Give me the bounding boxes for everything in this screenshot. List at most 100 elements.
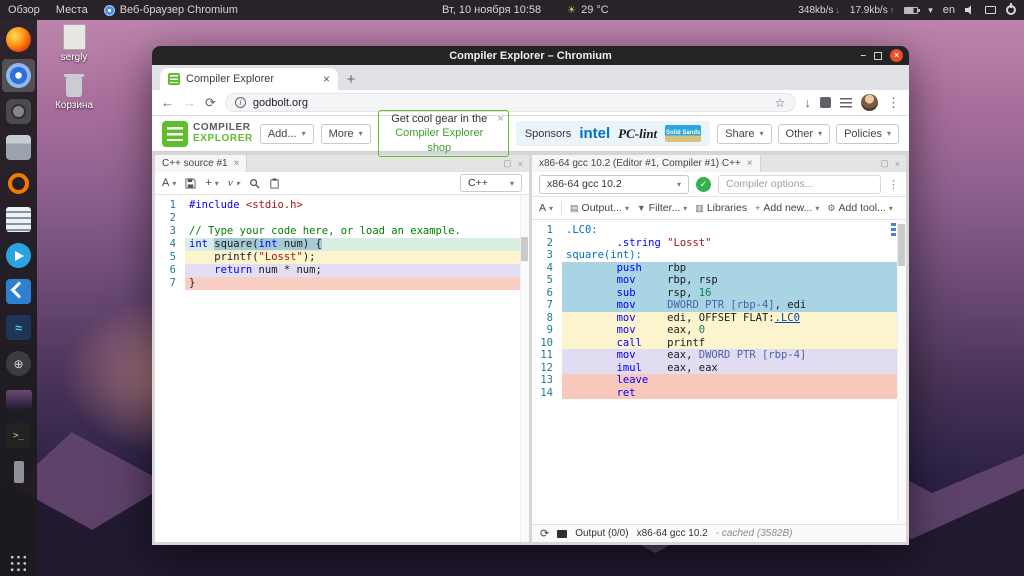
output-status[interactable]: Output (0/0) [575, 528, 628, 539]
chromium-icon[interactable] [2, 59, 35, 92]
panel-active-window[interactable]: Веб-браузер Chromium [104, 4, 238, 16]
add-button[interactable]: Add...▾ [260, 124, 314, 144]
display-icon[interactable] [985, 6, 996, 14]
window-titlebar[interactable]: Compiler Explorer – Chromium – × [152, 46, 909, 65]
compiler-options-input[interactable] [718, 175, 881, 194]
forward-button[interactable]: → [183, 96, 196, 109]
scrollbar-thumb[interactable] [898, 224, 905, 266]
asm-scrollbar[interactable] [897, 220, 906, 524]
save-button[interactable] [185, 178, 196, 189]
policies-button[interactable]: Policies▾ [836, 124, 899, 144]
panel-menu-overview[interactable]: Обзор [8, 4, 40, 16]
filter-button[interactable]: ▼Filter...▾ [637, 202, 687, 214]
source-scrollbar[interactable] [520, 195, 529, 542]
compiler-row-menu-icon[interactable]: ⋮ [888, 178, 899, 191]
compiler-pane-close-icon[interactable]: × [747, 158, 753, 169]
telegram-icon[interactable] [2, 239, 35, 272]
add-new-button[interactable]: +Add new...▾ [755, 202, 819, 214]
web-browser-icon[interactable]: ⊕ [2, 347, 35, 380]
vscode-icon[interactable] [2, 275, 35, 308]
other-button[interactable]: Other▾ [778, 124, 831, 144]
add-editor-button[interactable]: +▾ [205, 177, 218, 189]
asm-code[interactable]: .LC0: .string "Losst"square(int): push r… [562, 220, 906, 524]
language-select[interactable]: C++▾ [460, 174, 522, 192]
profile-avatar[interactable] [861, 94, 878, 111]
volume-icon[interactable] [965, 5, 975, 15]
downloads-icon[interactable]: ↓ [805, 96, 812, 109]
bookmark-star-icon[interactable]: ☆ [775, 96, 786, 110]
search-icon[interactable] [249, 178, 260, 189]
sponsors-label: Sponsors [525, 128, 571, 140]
compiler-pane-x-icon[interactable]: × [895, 159, 900, 169]
vim-mode-button[interactable]: ν▾ [228, 177, 240, 189]
scrollbar-thumb[interactable] [521, 237, 528, 261]
asm-editor[interactable]: 1234567891011121314 .LC0: .string "Losst… [532, 220, 906, 524]
screenshot-thumbnail[interactable] [2, 383, 35, 416]
net-speed-down: 348kb/s↓ [798, 5, 840, 16]
camera-app-icon[interactable] [2, 95, 35, 128]
compiler-select[interactable]: x86-64 gcc 10.2▾ [539, 175, 689, 194]
shop-link[interactable]: Compiler Explorer shop [395, 127, 483, 153]
panel-clock[interactable]: Вт, 10 ноября 10:58 [442, 4, 541, 16]
top-panel: Обзор Места Веб-браузер Chromium Вт, 10 … [0, 0, 1024, 20]
app-grid-icon[interactable] [9, 554, 28, 573]
file-manager-icon[interactable] [2, 131, 35, 164]
keyboard-layout[interactable]: en [943, 4, 955, 16]
font-size-button[interactable]: A▾ [162, 177, 176, 189]
pclint-logo[interactable]: PC-lint [618, 126, 657, 142]
more-button[interactable]: More▾ [321, 124, 371, 144]
clipboard-icon[interactable] [269, 178, 280, 189]
source-pane-x-icon[interactable]: × [518, 159, 523, 169]
firefox-icon[interactable] [2, 23, 35, 56]
desktop-icon-home[interactable]: sergly [46, 24, 102, 63]
minimize-button[interactable]: – [860, 50, 866, 61]
address-bar[interactable]: i godbolt.org ☆ [225, 93, 796, 112]
new-tab-button[interactable]: + [338, 68, 364, 90]
battery-icon[interactable] [904, 7, 918, 14]
source-pane: C++ source #1 × ▢ × A▾ +▾ ν▾ C++▾ [155, 155, 529, 542]
close-button[interactable]: × [890, 49, 903, 62]
golden-layout: C++ source #1 × ▢ × A▾ +▾ ν▾ C++▾ [152, 152, 909, 545]
desktop-icon-trash[interactable]: Корзина [46, 74, 102, 111]
source-editor[interactable]: 1234567 #include <stdio.h>// Type your c… [155, 195, 529, 542]
status-compiler-name: x86-64 gcc 10.2 [637, 528, 708, 539]
usb-device-icon[interactable] [2, 455, 35, 488]
back-button[interactable]: ← [161, 96, 174, 109]
source-pane-maximize-icon[interactable]: ▢ [503, 158, 512, 169]
panel-menu-places[interactable]: Места [56, 4, 88, 16]
browser-menu-icon[interactable]: ⋮ [887, 96, 900, 109]
reading-list-icon[interactable] [840, 98, 852, 108]
power-icon[interactable] [1006, 5, 1016, 15]
mate-app-icon[interactable] [2, 167, 35, 200]
intel-logo[interactable]: intel [579, 126, 610, 141]
extensions-icon[interactable] [820, 97, 831, 108]
notice-close-icon[interactable]: × [497, 112, 503, 126]
compiler-pane-maximize-icon[interactable]: ▢ [880, 158, 889, 169]
compiler-pane-tab[interactable]: x86-64 gcc 10.2 (Editor #1, Compiler #1)… [532, 155, 761, 172]
solidsands-logo[interactable]: Solid Sands [665, 125, 701, 142]
output-button[interactable]: ▤Output...▾ [570, 202, 629, 214]
reload-button[interactable]: ⟳ [205, 96, 216, 109]
tab-close-icon[interactable]: × [323, 72, 330, 86]
browser-tab[interactable]: Compiler Explorer × [160, 68, 338, 90]
share-button[interactable]: Share▾ [717, 124, 771, 144]
ce-logo[interactable]: COMPILER EXPLORER [162, 121, 253, 147]
maximize-button[interactable] [874, 52, 882, 60]
source-pane-tab[interactable]: C++ source #1 × [155, 155, 247, 172]
browser-navbar: ← → ⟳ i godbolt.org ☆ ↓ ⋮ [152, 90, 909, 116]
overview-ruler [891, 223, 896, 236]
add-tool-button[interactable]: ⚙Add tool...▾ [827, 202, 892, 214]
wrench-icon: ⚙ [827, 203, 835, 214]
source-code[interactable]: #include <stdio.h>// Type your code here… [185, 195, 529, 542]
indicator-chevron-icon[interactable]: ▾ [928, 5, 933, 16]
recompile-icon[interactable]: ⟳ [540, 527, 549, 540]
asm-font-size-button[interactable]: A▾ [539, 202, 553, 214]
text-editor-icon[interactable] [2, 203, 35, 236]
source-pane-close-icon[interactable]: × [234, 158, 240, 169]
waveform-app-icon[interactable]: ≈ [2, 311, 35, 344]
panel-weather[interactable]: ☀ 29 °C [567, 4, 609, 16]
libraries-button[interactable]: ▥Libraries [695, 202, 747, 214]
browser-tabstrip: Compiler Explorer × + [152, 65, 909, 90]
site-info-icon[interactable]: i [235, 97, 246, 108]
terminal-icon[interactable]: >_ [2, 419, 35, 452]
